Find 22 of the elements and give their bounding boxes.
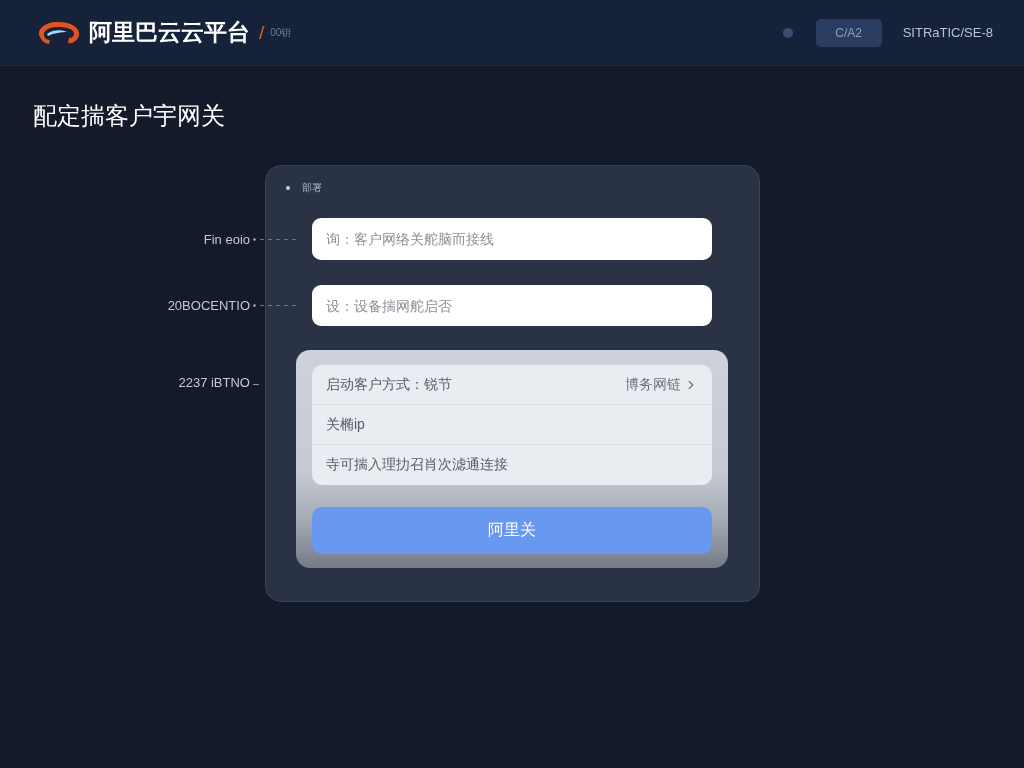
breadcrumb-text: 00钥 xyxy=(270,25,292,40)
breadcrumb-separator: / xyxy=(259,21,265,44)
text-input[interactable]: 询：客户网络关舵脑而接线 xyxy=(312,218,712,260)
field-label: 2237 iBTNO xyxy=(178,375,250,390)
status-dot-icon xyxy=(782,27,793,38)
field-label: 20BOCENTIO xyxy=(167,298,250,313)
option-label: 寺可揣入理扐召肖次滤通连接 xyxy=(326,456,508,474)
brand-name: 阿里巴云云平台 xyxy=(89,18,250,47)
leader-line-icon xyxy=(253,237,296,241)
bullet-icon xyxy=(286,186,290,190)
section-label: 部署 xyxy=(302,181,322,195)
region-button[interactable]: C/A2 xyxy=(815,18,882,47)
field-label: Fin eoio xyxy=(203,231,250,247)
option-value[interactable]: 博务网链 xyxy=(625,375,681,394)
submit-button[interactable]: 阿里关 xyxy=(312,507,712,554)
leader-line-icon xyxy=(253,383,259,386)
option-label: 启动客户方式：锐节 xyxy=(326,375,452,394)
text-input[interactable]: 设：设备揣网舵启否 xyxy=(312,285,712,326)
leader-line-icon xyxy=(253,304,296,307)
page-title: 配定揣客户宇网关 xyxy=(33,101,225,131)
option-label: 关椭ip xyxy=(326,415,365,434)
account-name: SITRaTIC/SE-8 xyxy=(902,25,993,40)
